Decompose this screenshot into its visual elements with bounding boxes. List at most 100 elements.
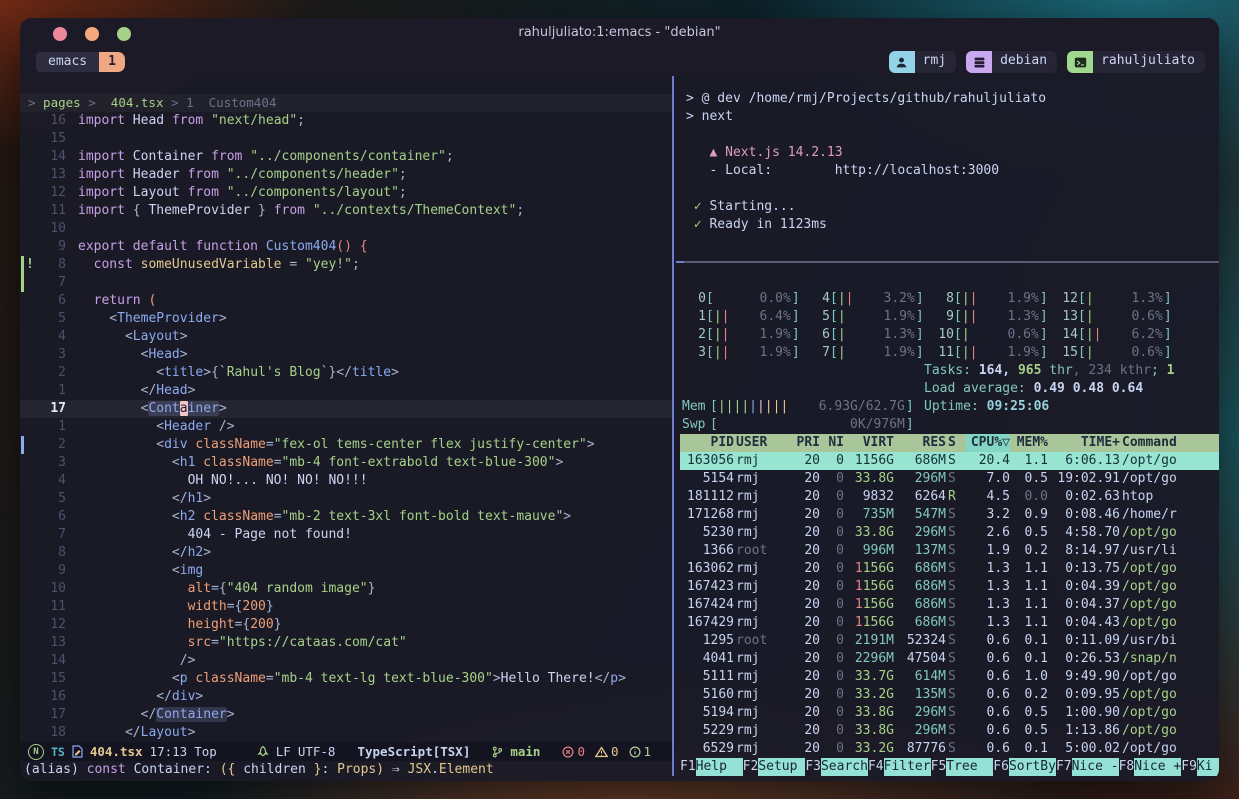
fkey-label-F9[interactable]: Ki xyxy=(1197,758,1219,776)
fkey-F4[interactable]: F4 xyxy=(868,758,884,776)
line-number: 6 xyxy=(34,508,78,526)
fkey-F8[interactable]: F8 xyxy=(1119,758,1135,776)
code-line[interactable]: 9 <img xyxy=(20,562,672,580)
code-line[interactable]: 2 <div className="fex-ol tems-center fle… xyxy=(20,436,672,454)
tmux-tab-emacs[interactable]: emacs 1 xyxy=(36,51,125,73)
code-line[interactable]: 10 alt={"404 random image"} xyxy=(20,580,672,598)
fkey-F7[interactable]: F7 xyxy=(1056,758,1072,776)
process-row[interactable]: 5230rmj20033.8G296MS2.60.54:58.70/opt/go xyxy=(680,524,1219,542)
code-line[interactable]: 17 <Container> xyxy=(20,400,672,418)
code-line[interactable]: 13import Header from "../components/head… xyxy=(20,166,672,184)
cell: 20 xyxy=(790,740,820,758)
code-line[interactable]: 3 <h1 className="mb-4 font-extrabold tex… xyxy=(20,454,672,472)
htop-pane[interactable]: 0[0.0%]4[||3.2%]8[||1.9%]12[|1.3%]1[||6.… xyxy=(676,264,1219,781)
badge-label: rahuljuliato xyxy=(1093,51,1205,73)
fkey-F6[interactable]: F6 xyxy=(993,758,1009,776)
code-area[interactable]: 16import Head from "next/head";1514impor… xyxy=(20,112,672,742)
status-badge-debian[interactable]: debian xyxy=(966,51,1057,73)
process-row[interactable]: 163062rmj2001156G686MS1.31.10:13.75/opt/… xyxy=(680,560,1219,578)
code-line[interactable]: 2 <title>{`Rahul's Blog`}</title> xyxy=(20,364,672,382)
fkey-F1[interactable]: F1 xyxy=(680,758,696,776)
code-line[interactable]: 4 OH NO!... NO! NO! NO!!! xyxy=(20,472,672,490)
process-row[interactable]: 1295root2002191M52324S0.60.10:11.09/usr/… xyxy=(680,632,1219,650)
fkey-label-F4[interactable]: Filter xyxy=(884,758,931,776)
line-number: 3 xyxy=(34,346,78,364)
code-line[interactable]: 15 <p className="mb-4 text-lg text-blue-… xyxy=(20,670,672,688)
fkey-F5[interactable]: F5 xyxy=(931,758,947,776)
fkey-label-F6[interactable]: SortBy xyxy=(1009,758,1056,776)
cell: 1.3 xyxy=(966,560,1010,578)
code-line[interactable]: !8 const someUnusedVariable = "yey!"; xyxy=(20,256,672,274)
memory-bar: Swp[0K/976M] xyxy=(682,416,1219,434)
code-line[interactable]: 14 /> xyxy=(20,652,672,670)
fkey-F9[interactable]: F9 xyxy=(1181,758,1197,776)
code-line[interactable]: 11 width={200} xyxy=(20,598,672,616)
code-text: </div> xyxy=(78,688,672,706)
fkey-label-F7[interactable]: Nice - xyxy=(1072,758,1119,776)
code-line[interactable]: 7 xyxy=(20,274,672,292)
process-row[interactable]: 167423rmj2001156G686MS1.31.10:04.39/opt/… xyxy=(680,578,1219,596)
code-line[interactable]: 18 </Layout> xyxy=(20,724,672,742)
code-line[interactable]: 10 xyxy=(20,220,672,238)
code-line[interactable]: 6 <h2 className="mb-2 text-3xl font-bold… xyxy=(20,508,672,526)
fkey-label-F3[interactable]: Search xyxy=(821,758,868,776)
fkey-label-F8[interactable]: Nice + xyxy=(1134,758,1181,776)
code-line[interactable]: 4 <Layout> xyxy=(20,328,672,346)
code-line[interactable]: 3 <Head> xyxy=(20,346,672,364)
fkey-F2[interactable]: F2 xyxy=(743,758,759,776)
fkey-label-F5[interactable]: Tree xyxy=(946,758,993,776)
code-line[interactable]: 9export default function Custom404() { xyxy=(20,238,672,256)
code-line[interactable]: 5 <ThemeProvider> xyxy=(20,310,672,328)
cell: 33.2G xyxy=(846,740,894,758)
code-line[interactable]: 14import Container from "../components/c… xyxy=(20,148,672,166)
code-line[interactable]: 12import Layout from "../components/layo… xyxy=(20,184,672,202)
code-line[interactable]: 1 <Header /> xyxy=(20,418,672,436)
code-line[interactable]: 15 xyxy=(20,130,672,148)
code-line[interactable]: 12 height={200} xyxy=(20,616,672,634)
code-line[interactable]: 16 </div> xyxy=(20,688,672,706)
fkey-F3[interactable]: F3 xyxy=(805,758,821,776)
code-line[interactable]: 13 src="https://cataas.com/cat" xyxy=(20,634,672,652)
cell: 0.6 xyxy=(966,668,1010,686)
status-badge-rmj[interactable]: rmj xyxy=(889,51,956,73)
gutter-fringe xyxy=(20,148,34,166)
process-row[interactable]: 181112rmj20098326264R4.50.00:02.63htop xyxy=(680,488,1219,506)
code-line[interactable]: 7 404 - Page not found! xyxy=(20,526,672,544)
process-row[interactable]: 167429rmj2001156G686MS1.31.10:04.43/opt/… xyxy=(680,614,1219,632)
code-line[interactable]: 1 </Head> xyxy=(20,382,672,400)
fkey-label-F2[interactable]: Setup xyxy=(758,758,805,776)
cpu-meter-2: 2[||1.9%] xyxy=(682,326,806,344)
tmux-vertical-divider[interactable] xyxy=(672,76,674,776)
buffer-name: 404.tsx xyxy=(90,744,143,759)
cell: /opt/go xyxy=(1122,524,1219,542)
process-row[interactable]: 5111rmj20033.7G614MS0.61.09:49.90/opt/go xyxy=(680,668,1219,686)
code-line[interactable]: 16import Head from "next/head"; xyxy=(20,112,672,130)
code-line[interactable]: 11import { ThemeProvider } from "../cont… xyxy=(20,202,672,220)
cell: rmj xyxy=(736,524,788,542)
process-row[interactable]: 6529rmj20033.2G87776S0.60.15:00.02/opt/g… xyxy=(680,740,1219,758)
dev-server-pane[interactable]: > @ dev /home/rmj/Projects/github/rahulj… xyxy=(676,76,1219,276)
function-key-bar: F1HelpF2SetupF3SearchF4FilterF5TreeF6Sor… xyxy=(676,758,1219,776)
code-line[interactable]: 8 </h2> xyxy=(20,544,672,562)
fkey-label-F1[interactable]: Help xyxy=(696,758,743,776)
gutter-fringe xyxy=(20,580,34,598)
process-row[interactable]: 1366root200996M137MS1.90.28:14.97/usr/li xyxy=(680,542,1219,560)
process-row[interactable]: 5229rmj20033.8G296MS0.60.51:13.86/opt/go xyxy=(680,722,1219,740)
code-line[interactable]: 5 </h1> xyxy=(20,490,672,508)
code-line[interactable]: 17 </Container> xyxy=(20,706,672,724)
process-row[interactable]: 171268rmj200735M547MS3.20.90:08.46/home/… xyxy=(680,506,1219,524)
status-badge-rahuljuliato[interactable]: rahuljuliato xyxy=(1067,51,1205,73)
process-row[interactable]: 5194rmj20033.8G296MS0.60.51:00.90/opt/go xyxy=(680,704,1219,722)
process-row[interactable]: 5160rmj20033.2G135MS0.60.20:09.95/opt/go xyxy=(680,686,1219,704)
code-text: <Container> xyxy=(78,400,672,418)
cell: 20 xyxy=(790,488,820,506)
editor-pane[interactable]: > pages > 404.tsx > 1 Custom404 16import… xyxy=(20,76,672,781)
code-line[interactable]: 6 return ( xyxy=(20,292,672,310)
process-row[interactable]: 167424rmj2001156G686MS1.31.10:04.37/opt/… xyxy=(680,596,1219,614)
tmux-horizontal-divider[interactable] xyxy=(676,261,1219,263)
cell: 0.5 xyxy=(1012,704,1048,722)
tab-label: emacs xyxy=(36,52,99,72)
gutter-fringe xyxy=(20,454,34,472)
process-row[interactable]: 4041rmj2002296M47504S0.60.10:26.53/snap/… xyxy=(680,650,1219,668)
cell: 0 xyxy=(822,686,844,704)
